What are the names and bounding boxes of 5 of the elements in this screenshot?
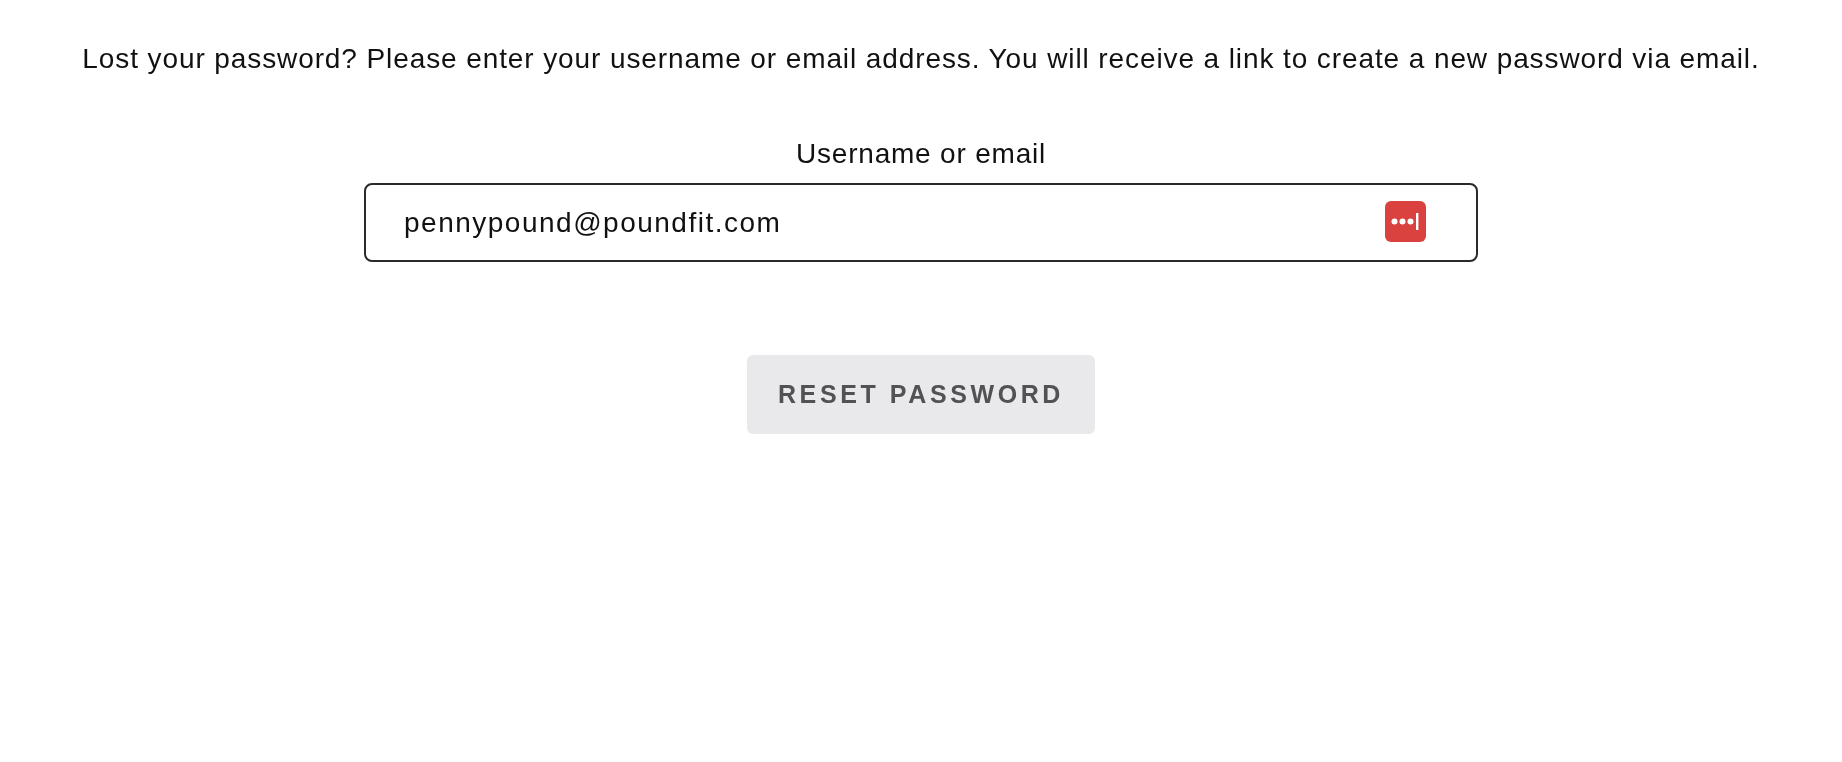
instructions-text: Lost your password? Please enter your username or email address. You will receive a link to create a new password via email. — [82, 42, 1760, 76]
dots-icon[interactable] — [1385, 201, 1426, 242]
field-label: Username or email — [795, 138, 1047, 170]
reset-password-button[interactable]: RESET PASSWORD — [747, 355, 1095, 434]
username-field[interactable]: pennypound@poundfit.com — [364, 183, 1478, 262]
